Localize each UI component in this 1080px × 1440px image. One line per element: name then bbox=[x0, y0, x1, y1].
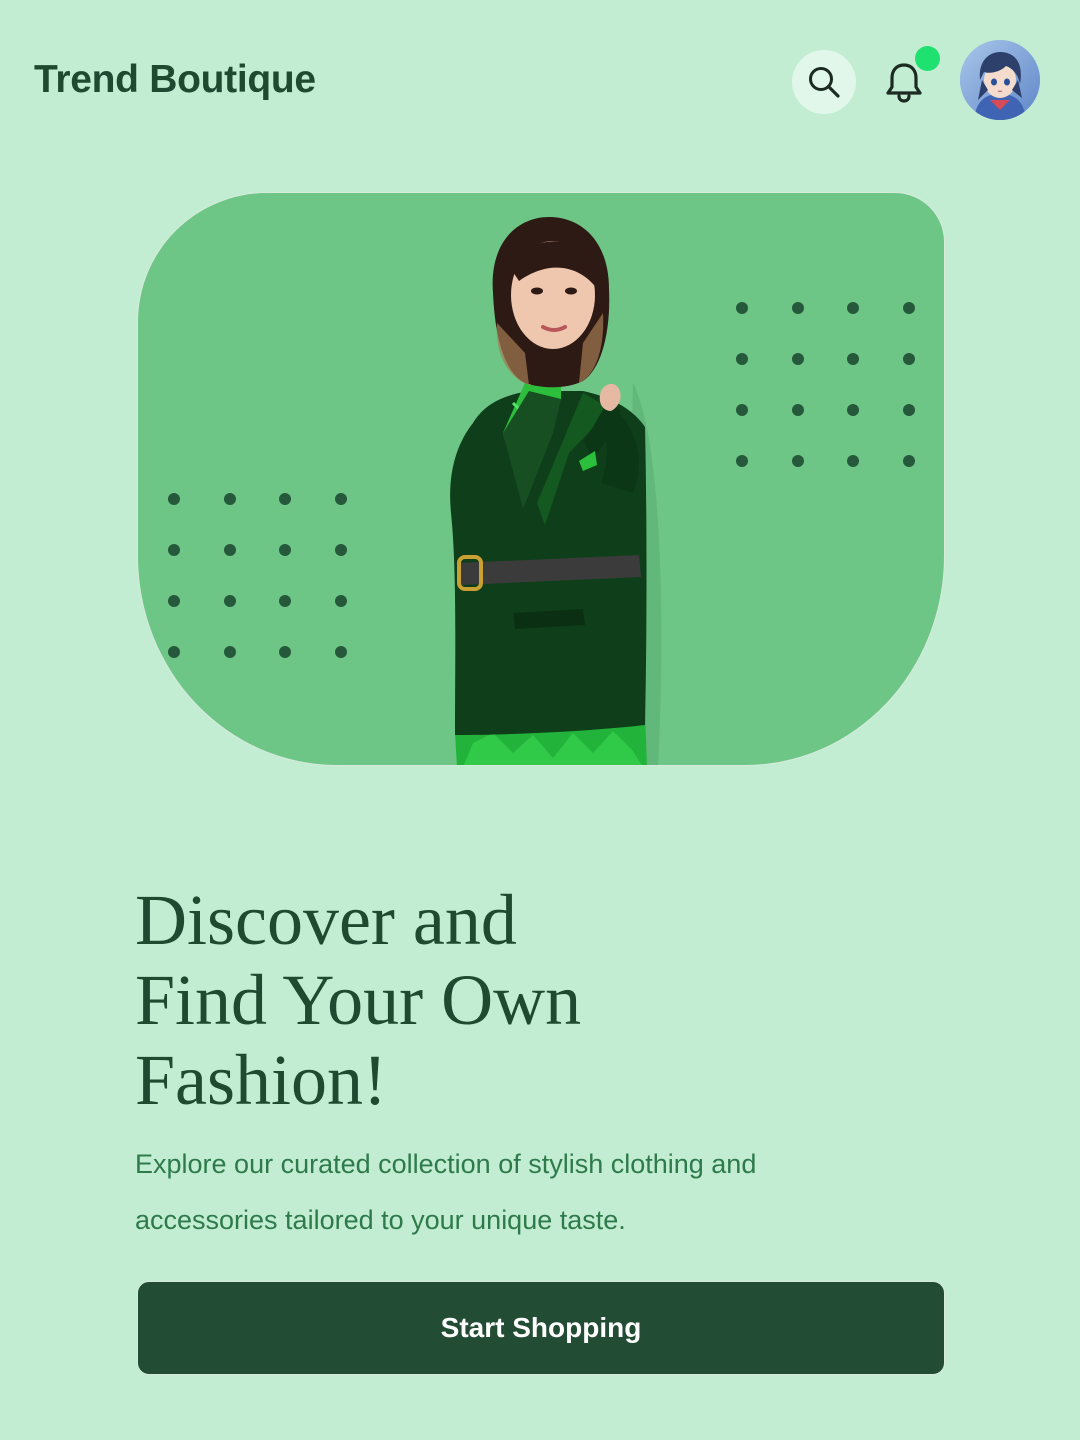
hero-headline: Discover and Find Your Own Fashion! bbox=[135, 880, 835, 1120]
headline-line-3: Fashion! bbox=[135, 1040, 387, 1120]
decor-dot bbox=[792, 455, 804, 467]
app-header: Trend Boutique bbox=[0, 0, 1080, 160]
decor-dot bbox=[903, 353, 915, 365]
decor-dot bbox=[279, 544, 291, 556]
app-title: Trend Boutique bbox=[34, 58, 316, 101]
decor-dot bbox=[279, 646, 291, 658]
decor-dot bbox=[792, 404, 804, 416]
decor-dot bbox=[847, 404, 859, 416]
user-avatar[interactable] bbox=[960, 40, 1040, 120]
decor-dot bbox=[168, 646, 180, 658]
decor-dot bbox=[335, 544, 347, 556]
decor-dot bbox=[168, 493, 180, 505]
decor-dot bbox=[792, 302, 804, 314]
hero-banner bbox=[137, 192, 945, 766]
avatar-image bbox=[960, 40, 1040, 120]
decor-dot bbox=[279, 493, 291, 505]
headline-line-1: Discover and bbox=[135, 880, 517, 960]
decor-dot bbox=[168, 544, 180, 556]
search-icon bbox=[809, 67, 840, 98]
decor-dot bbox=[224, 493, 236, 505]
decor-dot bbox=[847, 302, 859, 314]
hero-description: Explore our curated collection of stylis… bbox=[135, 1149, 757, 1235]
notification-badge bbox=[915, 46, 940, 71]
decor-dot bbox=[847, 455, 859, 467]
search-button[interactable] bbox=[792, 50, 856, 114]
decor-dot bbox=[224, 544, 236, 556]
decor-dot bbox=[335, 493, 347, 505]
decor-dot bbox=[736, 404, 748, 416]
decor-dot bbox=[279, 595, 291, 607]
decor-dot bbox=[335, 646, 347, 658]
decor-dot bbox=[224, 646, 236, 658]
decor-dot bbox=[847, 353, 859, 365]
decor-dot bbox=[903, 302, 915, 314]
decor-dot bbox=[168, 595, 180, 607]
decor-dot bbox=[903, 404, 915, 416]
decor-dot bbox=[224, 595, 236, 607]
model-image bbox=[450, 217, 662, 765]
start-shopping-button[interactable]: Start Shopping bbox=[137, 1281, 945, 1375]
headline-line-2: Find Your Own bbox=[135, 960, 582, 1040]
decor-dot bbox=[903, 455, 915, 467]
decor-dot bbox=[736, 455, 748, 467]
decor-dot bbox=[335, 595, 347, 607]
decor-dot bbox=[736, 302, 748, 314]
decor-dot bbox=[792, 353, 804, 365]
decor-dot bbox=[736, 353, 748, 365]
